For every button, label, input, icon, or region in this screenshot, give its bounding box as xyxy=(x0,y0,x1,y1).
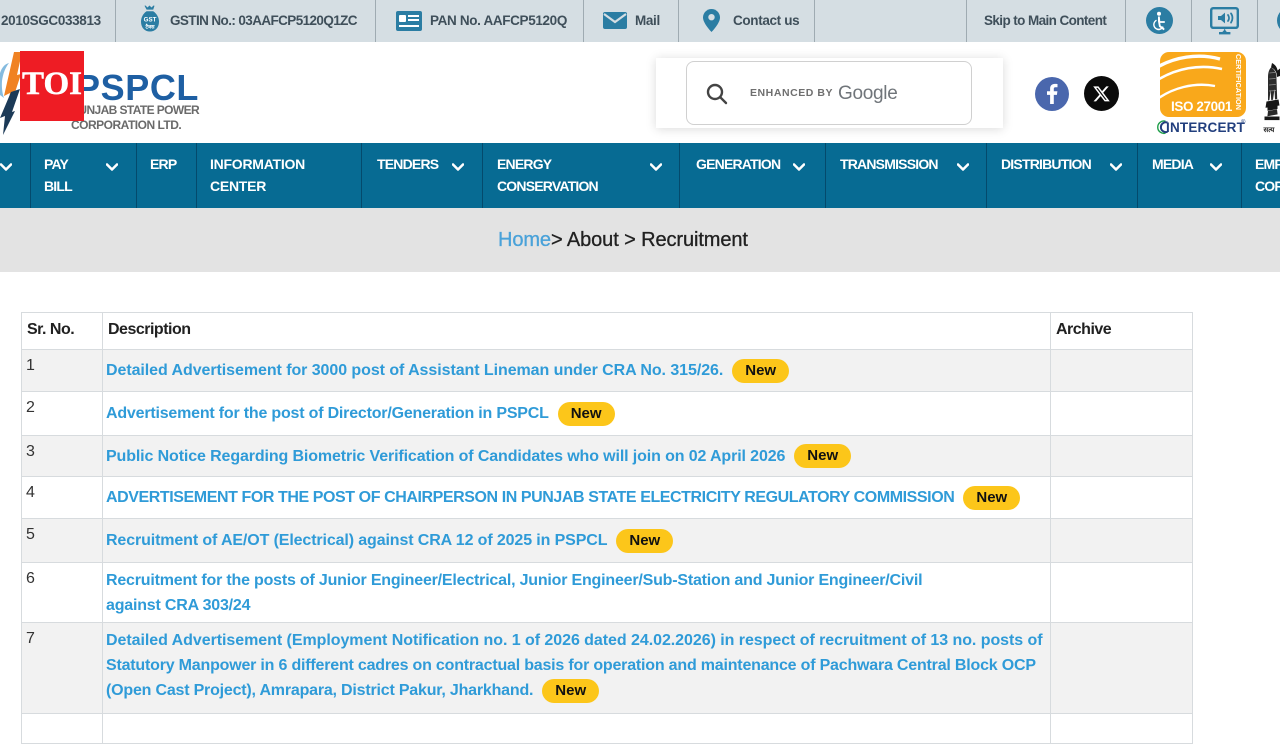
svg-text:GST: GST xyxy=(144,17,157,24)
svg-text:सत्य: सत्य xyxy=(1263,127,1275,134)
svg-text:CERTIFICATION: CERTIFICATION xyxy=(1234,54,1241,110)
svg-text:टैक्स: टैक्स xyxy=(145,24,155,31)
svg-text:INTERCERT: INTERCERT xyxy=(1166,120,1246,135)
svg-text:®: ® xyxy=(1241,119,1246,126)
